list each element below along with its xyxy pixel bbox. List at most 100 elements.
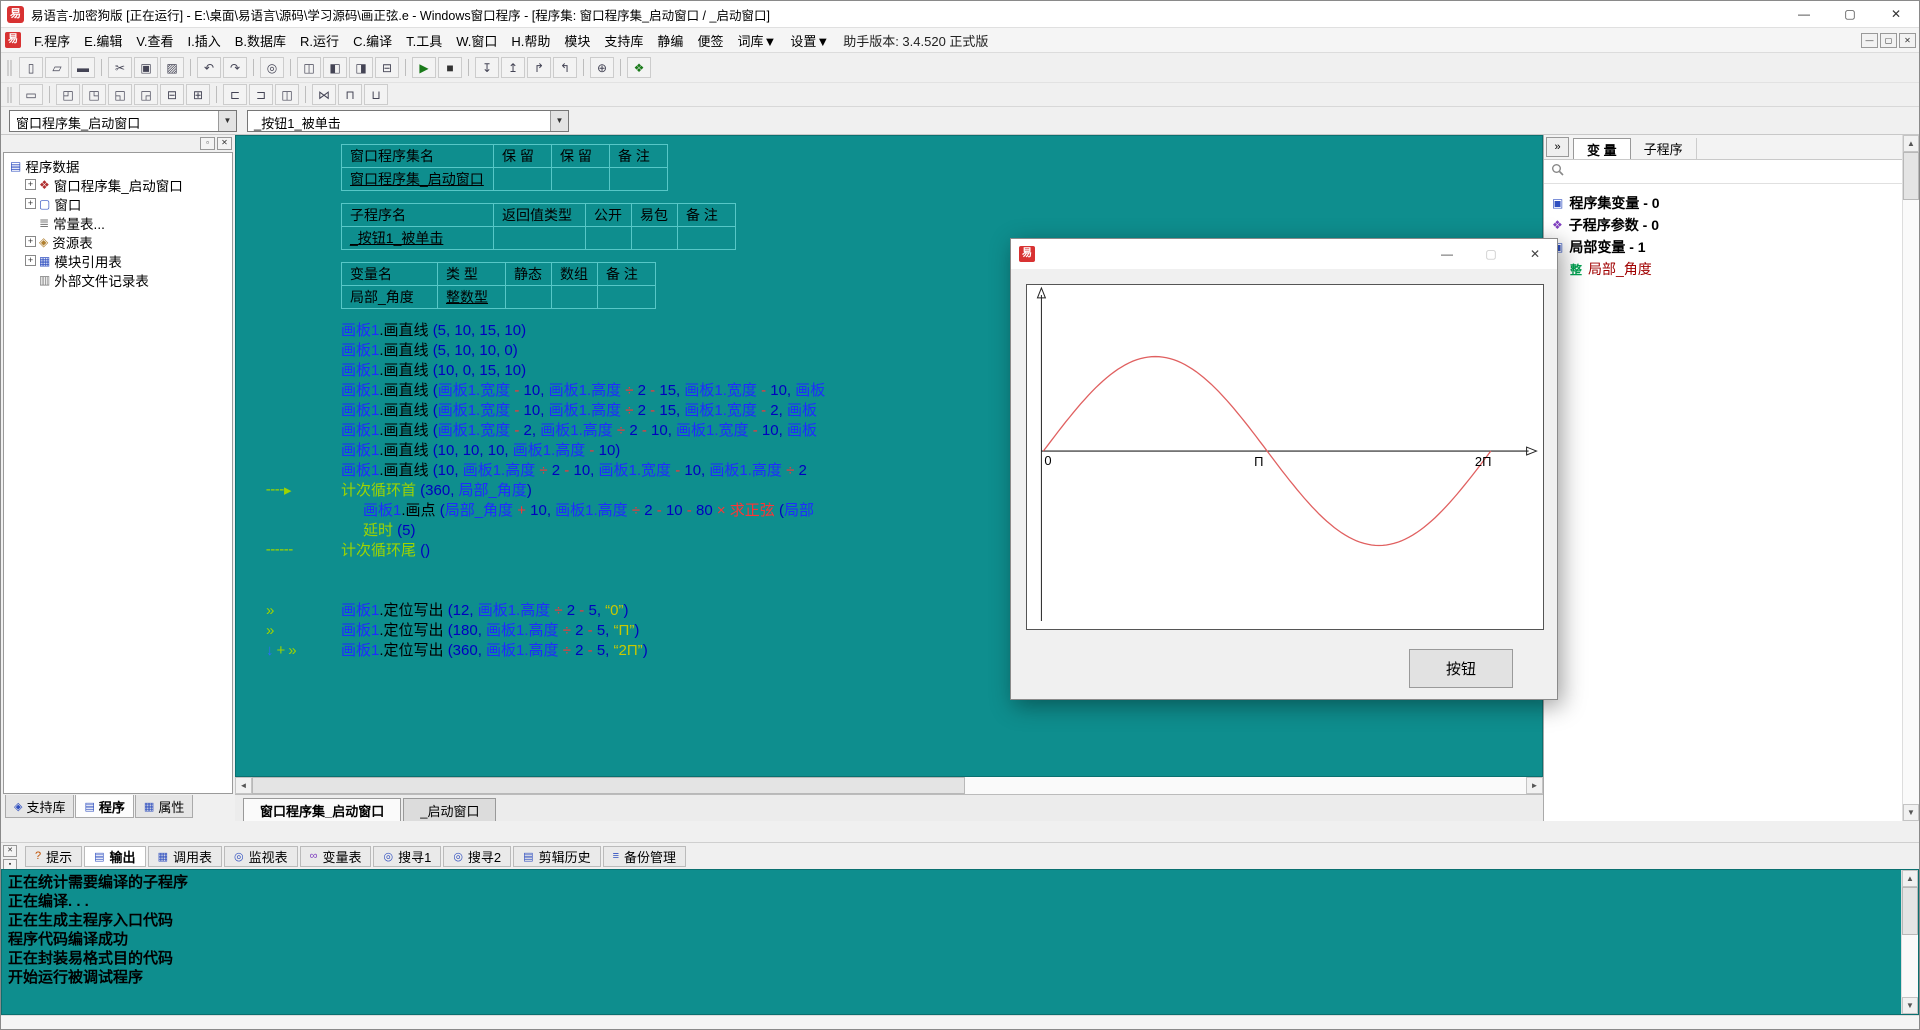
tab-order-button-icon[interactable]: ⊔ [364,84,388,105]
open-file-button-icon[interactable]: ▱ [45,57,69,78]
same-height-button-icon[interactable]: ⊐ [249,84,273,105]
vscroll-track[interactable] [1902,887,1918,997]
tab-output[interactable]: ▤输出 [84,846,145,867]
tree-item-subroutine-params[interactable]: ❖子程序参数 - 0 [1544,214,1902,236]
program-window-titlebar[interactable]: 易 —▢✕ [1011,239,1557,269]
program-window[interactable]: 易 —▢✕ 0 Π 2Π 按钮 [1010,238,1558,700]
copy-button-icon[interactable]: ▣ [134,57,158,78]
vscroll-thumb[interactable] [1903,152,1919,200]
tree-item-program-data[interactable]: ▤程序数据 [4,156,232,175]
find-button-icon[interactable]: ◎ [260,57,284,78]
close-button[interactable]: ✕ [1873,1,1919,27]
expand-icon[interactable]: + [25,236,36,247]
undo-button-icon[interactable]: ↶ [197,57,221,78]
redo-button-icon[interactable]: ↷ [223,57,247,78]
pause-button-icon[interactable]: ⊕ [590,57,614,78]
run-button-icon[interactable]: ▶ [412,57,436,78]
scroll-down-arrow[interactable]: ▼ [1902,997,1918,1014]
view-properties-button-icon[interactable]: ◨ [349,57,373,78]
tab-backup-manager[interactable]: ≡备份管理 [603,846,686,867]
scroll-right-arrow[interactable]: ► [1526,777,1543,794]
stop-button-icon[interactable]: ■ [438,57,462,78]
tab-support-libs[interactable]: ◈支持库 [5,795,74,818]
chevron-down-icon[interactable]: ▼ [550,111,568,131]
menu-item[interactable]: T.工具 [399,31,449,50]
step-over-button-icon[interactable]: ↥ [501,57,525,78]
table-cell[interactable]: 局部_角度 [342,286,438,309]
scroll-up-arrow[interactable]: ▲ [1902,870,1918,887]
run-to-cursor-button-icon[interactable]: ↰ [553,57,577,78]
output-close-button[interactable]: ✕ [3,845,17,857]
tab-properties[interactable]: ▦属性 [135,795,193,818]
table-cell[interactable]: 整数型 [438,286,506,309]
menu-item[interactable]: 设置▼ [783,31,836,50]
menu-item[interactable]: 词库▼ [730,31,783,50]
align-bottom-button-icon[interactable]: ◲ [134,84,158,105]
mdi-minimize-button[interactable]: — [1861,33,1878,48]
align-right-button-icon[interactable]: ◳ [82,84,106,105]
menu-item[interactable]: 静编 [650,31,690,50]
space-vertical-button-icon[interactable]: ⊓ [338,84,362,105]
same-width-button-icon[interactable]: ⊏ [223,84,247,105]
variables-tree[interactable]: ▣程序集变量 - 0❖子程序参数 - 0▣局部变量 - 1整局部_角度 [1544,184,1902,821]
menu-item[interactable]: C.编译 [346,31,399,50]
menu-item[interactable]: H.帮助 [504,31,557,50]
pane-float-button[interactable]: ▫ [200,137,215,150]
scroll-down-arrow[interactable]: ▼ [1903,804,1919,821]
minimize-button[interactable]: — [1781,1,1827,27]
tree-item-module-refs[interactable]: +▦模块引用表 [4,251,232,270]
expand-icon[interactable]: + [25,179,36,190]
chevron-down-icon[interactable]: ▼ [218,111,236,131]
mdi-close-button[interactable]: ✕ [1899,33,1916,48]
space-horizontal-button-icon[interactable]: ⋈ [312,84,336,105]
expand-icon[interactable]: + [25,198,36,209]
tree-item-resources[interactable]: +◈资源表 [4,232,232,251]
menu-item[interactable]: 支持库 [597,31,650,50]
table-cell[interactable]: 窗口程序集_启动窗口 [342,168,494,191]
tree-item-constants[interactable]: ≣常量表... [4,213,232,232]
view-output-button-icon[interactable]: ◧ [323,57,347,78]
view-toolbox-button-icon[interactable]: ⊟ [375,57,399,78]
save-button-icon[interactable]: ▬ [71,57,95,78]
tree-item-windows[interactable]: +▢窗口 [4,194,232,213]
expand-icon[interactable]: + [25,255,36,266]
align-top-button-icon[interactable]: ◱ [108,84,132,105]
tree-item-external-files[interactable]: ▥外部文件记录表 [4,270,232,289]
align-left-button-icon[interactable]: ◰ [56,84,80,105]
center-vertical-button-icon[interactable]: ⊞ [186,84,210,105]
menu-item[interactable]: B.数据库 [228,31,293,50]
pane-close-button[interactable]: ✕ [217,137,232,150]
tab-search1[interactable]: ◎搜寻1 [373,846,441,867]
tree-item-local-variables[interactable]: ▣局部变量 - 1 [1544,236,1902,258]
code-tab-program-set[interactable]: 窗口程序集_启动窗口 [243,798,401,821]
panel-collapse-button[interactable]: » [1546,137,1569,157]
tree-item-local-angle[interactable]: 整局部_角度 [1544,258,1902,280]
fw-minimize-button[interactable]: — [1425,239,1469,269]
maximize-button[interactable]: ▢ [1827,1,1873,27]
new-file-button-icon[interactable]: ▯ [19,57,43,78]
event-handler-select[interactable]: _按钮1_被单击 ▼ [247,110,569,132]
scroll-up-arrow[interactable]: ▲ [1903,135,1919,152]
vscroll-track[interactable] [1903,152,1919,804]
step-into-button-icon[interactable]: ↧ [475,57,499,78]
tree-item-assembly-variables[interactable]: ▣程序集变量 - 0 [1544,192,1902,214]
program-button[interactable]: 按钮 [1409,649,1513,688]
menu-item[interactable]: W.窗口 [449,31,504,50]
hscroll-thumb[interactable] [252,777,965,794]
scroll-left-arrow[interactable]: ◄ [235,777,252,794]
debug-run-button-icon[interactable]: ❖ [627,57,651,78]
fw-close-button[interactable]: ✕ [1513,239,1557,269]
tab-subroutines[interactable]: 子程序 [1631,138,1697,159]
cut-button-icon[interactable]: ✂ [108,57,132,78]
project-tree[interactable]: ▤程序数据+❖窗口程序集_启动窗口+▢窗口≣常量表...+◈资源表+▦模块引用表… [3,152,233,794]
menu-item[interactable]: R.运行 [293,31,346,50]
menu-item[interactable]: 模块 [557,31,597,50]
menu-item[interactable]: V.查看 [129,31,180,50]
tab-clip-history[interactable]: ▤剪辑历史 [513,846,600,867]
tab-call-table[interactable]: ▦调用表 [148,846,222,867]
table-cell[interactable]: _按钮1_被单击 [342,227,494,250]
menu-item[interactable]: F.程序 [27,31,77,50]
tab-hints[interactable]: ?提示 [25,846,82,867]
grid-button-icon[interactable]: ▭ [19,84,43,105]
same-size-button-icon[interactable]: ◫ [275,84,299,105]
